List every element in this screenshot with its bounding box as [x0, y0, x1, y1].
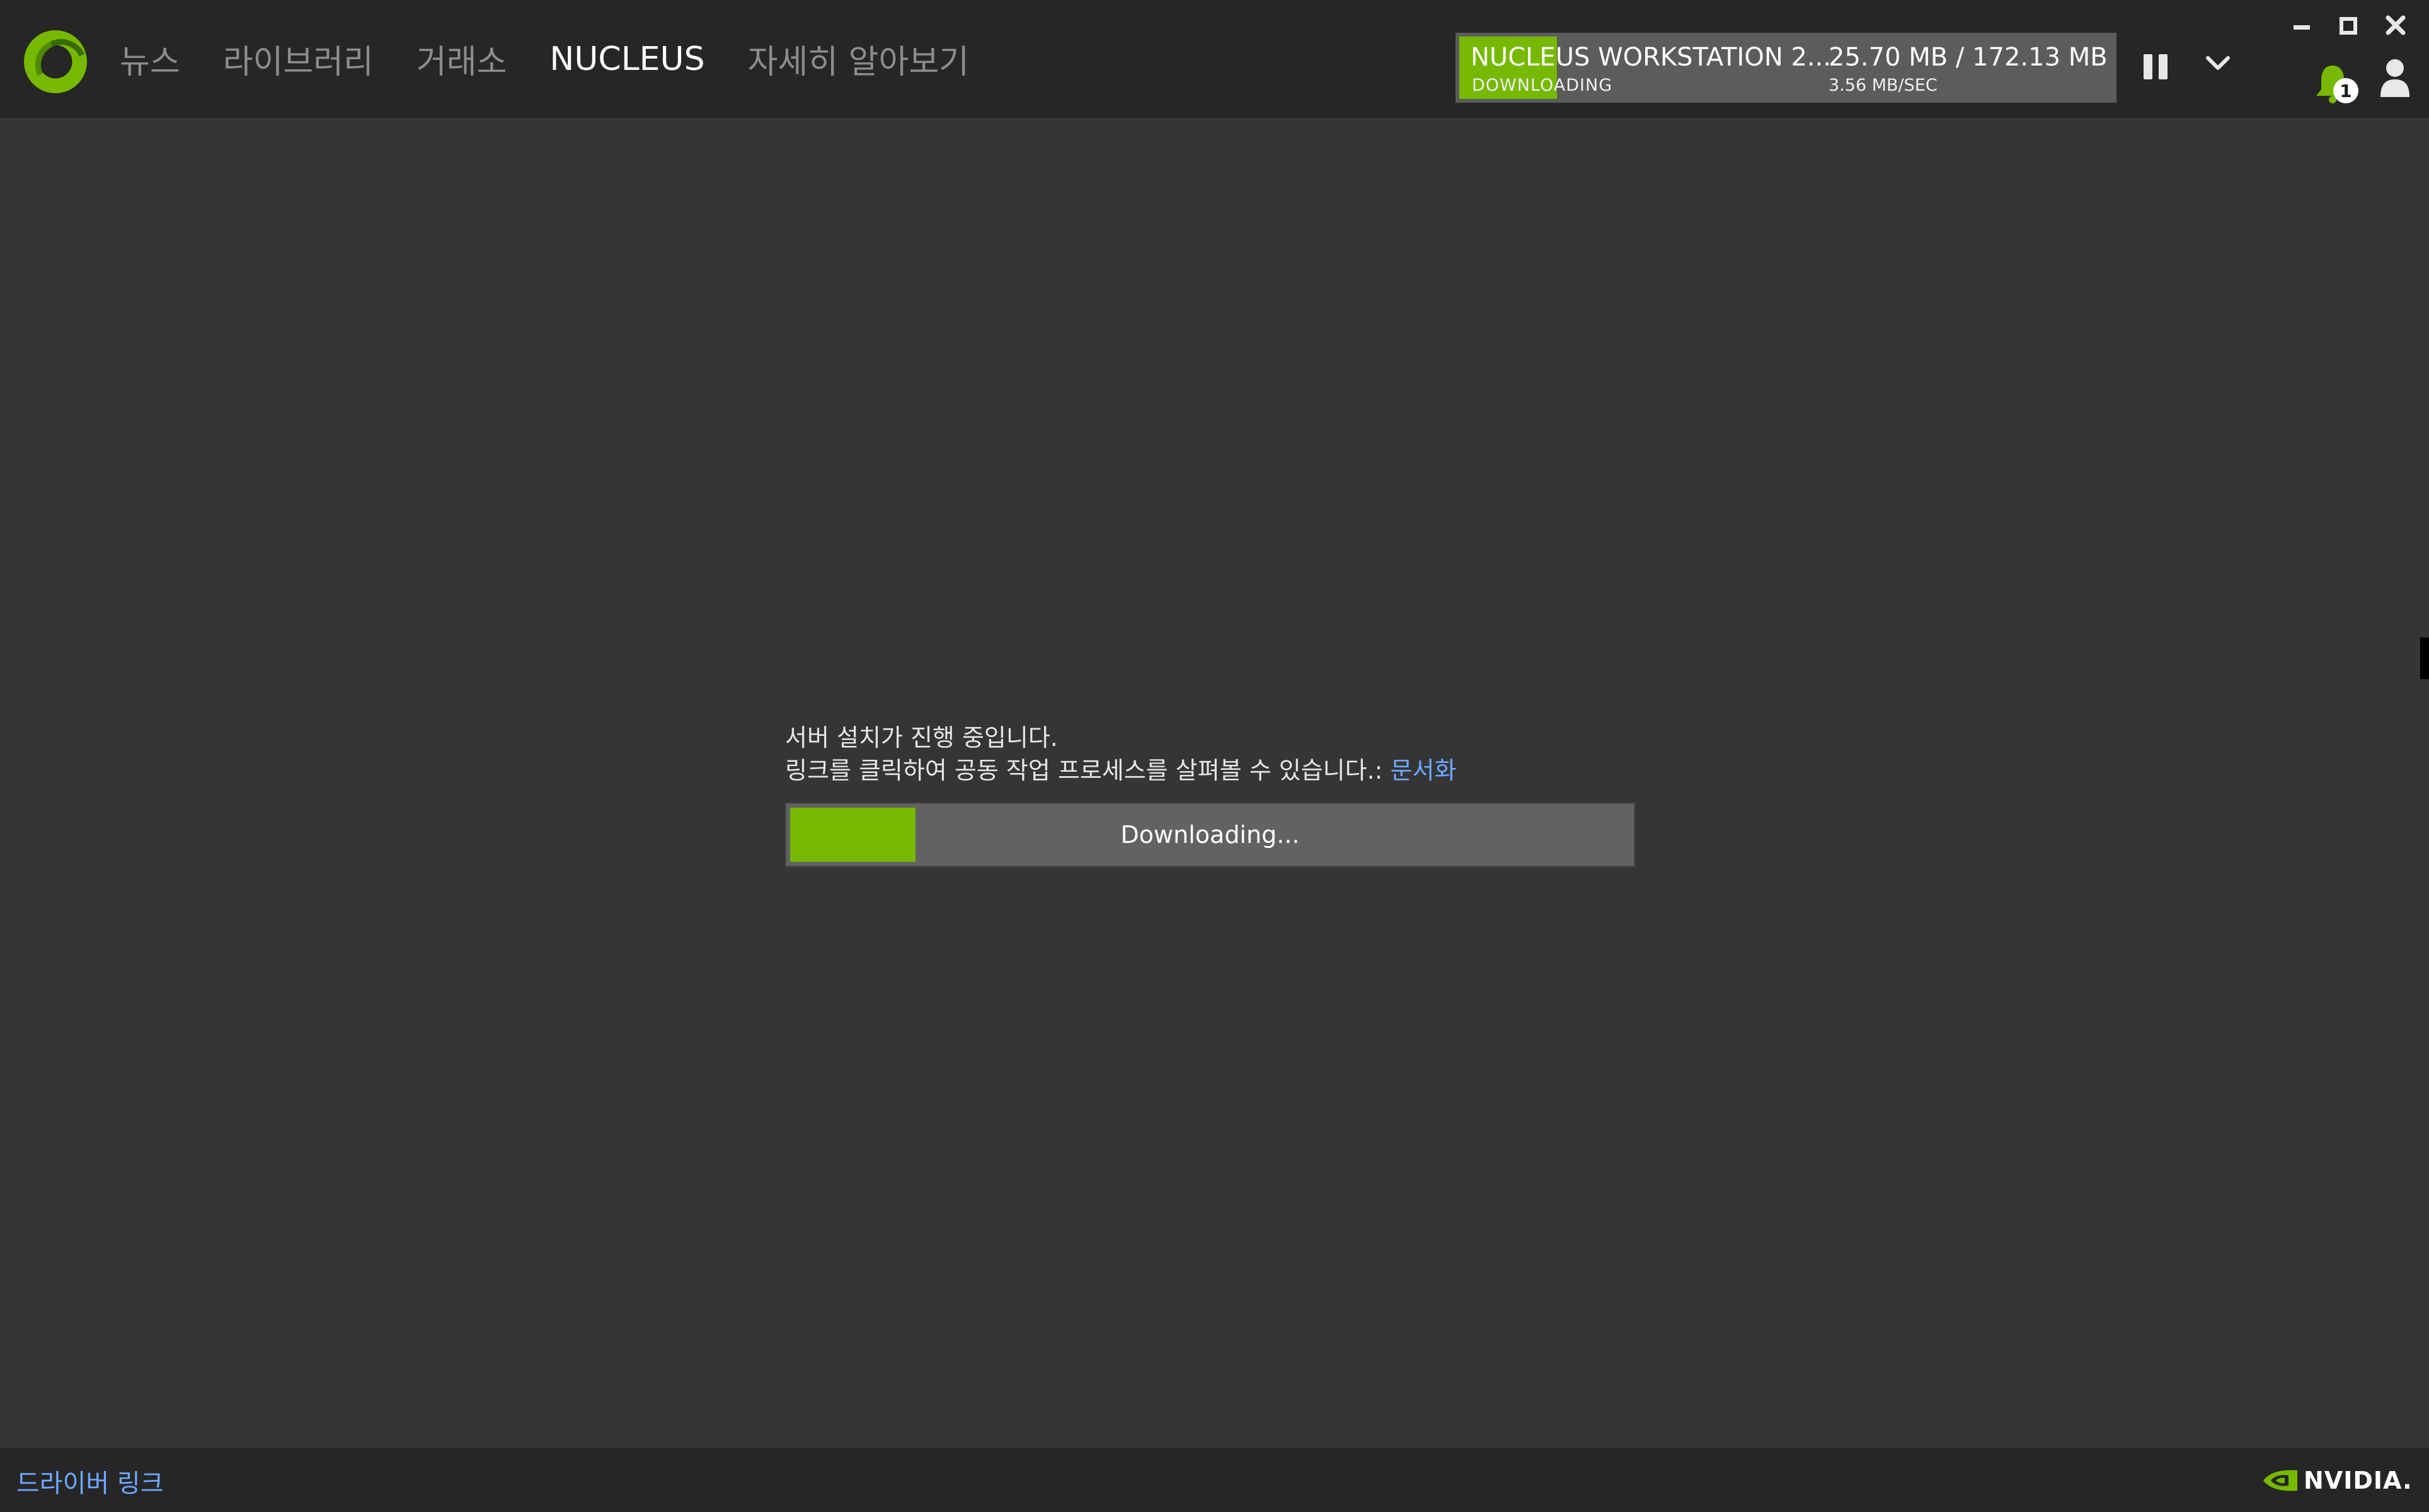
install-help-text: 링크를 클릭하여 공동 작업 프로세스를 살펴볼 수 있습니다.: 문서화: [785, 751, 1456, 786]
pause-icon[interactable]: [2144, 54, 2169, 79]
nav-tab-news[interactable]: 뉴스: [120, 35, 180, 83]
download-name: NUCLEUS WORKSTATION 2...: [1471, 43, 1832, 72]
nav-tab-library[interactable]: 라이브러리: [223, 35, 374, 83]
user-icon[interactable]: [2379, 58, 2411, 97]
notification-badge: 1: [2333, 78, 2358, 103]
driver-link[interactable]: 드라이버 링크: [16, 1463, 164, 1499]
main-nav: 뉴스 라이브러리 거래소 NUCLEUS 자세히 알아보기: [120, 0, 1012, 118]
nvidia-logo: NVIDIA.: [2262, 1467, 2413, 1494]
install-progress-label: Downloading...: [1120, 821, 1300, 849]
install-progress-bar: Downloading...: [785, 803, 1635, 867]
footer-bar: 드라이버 링크 NVIDIA.: [0, 1448, 2429, 1512]
minimize-icon[interactable]: [2291, 16, 2312, 38]
scrollbar-thumb[interactable]: [2420, 638, 2429, 679]
top-bar: 뉴스 라이브러리 거래소 NUCLEUS 자세히 알아보기 NUCLEUS WO…: [0, 0, 2429, 118]
close-icon[interactable]: [2384, 14, 2407, 37]
nav-tab-exchange[interactable]: 거래소: [416, 35, 507, 83]
download-status: DOWNLOADING: [1472, 76, 1613, 95]
chevron-down-icon[interactable]: [2205, 50, 2231, 76]
documentation-link[interactable]: 문서화: [1391, 757, 1457, 784]
nvidia-wordmark: NVIDIA.: [2304, 1467, 2413, 1494]
install-help-label: 링크를 클릭하여 공동 작업 프로세스를 살펴볼 수 있습니다.:: [785, 757, 1391, 784]
download-size: 25.70 MB / 172.13 MB: [1829, 43, 2108, 72]
download-speed: 3.56 MB/SEC: [1829, 76, 1938, 95]
omniverse-logo-icon[interactable]: [24, 30, 87, 93]
nav-tab-nucleus[interactable]: NUCLEUS: [549, 40, 704, 78]
download-status-widget[interactable]: NUCLEUS WORKSTATION 2... DOWNLOADING 25.…: [1456, 33, 2116, 103]
nvidia-eye-icon: [2263, 1470, 2297, 1491]
maximize-icon[interactable]: [2338, 15, 2359, 37]
nav-tab-learn-more[interactable]: 자세히 알아보기: [748, 35, 969, 83]
install-status-text: 서버 설치가 진행 중입니다.: [785, 724, 1058, 752]
